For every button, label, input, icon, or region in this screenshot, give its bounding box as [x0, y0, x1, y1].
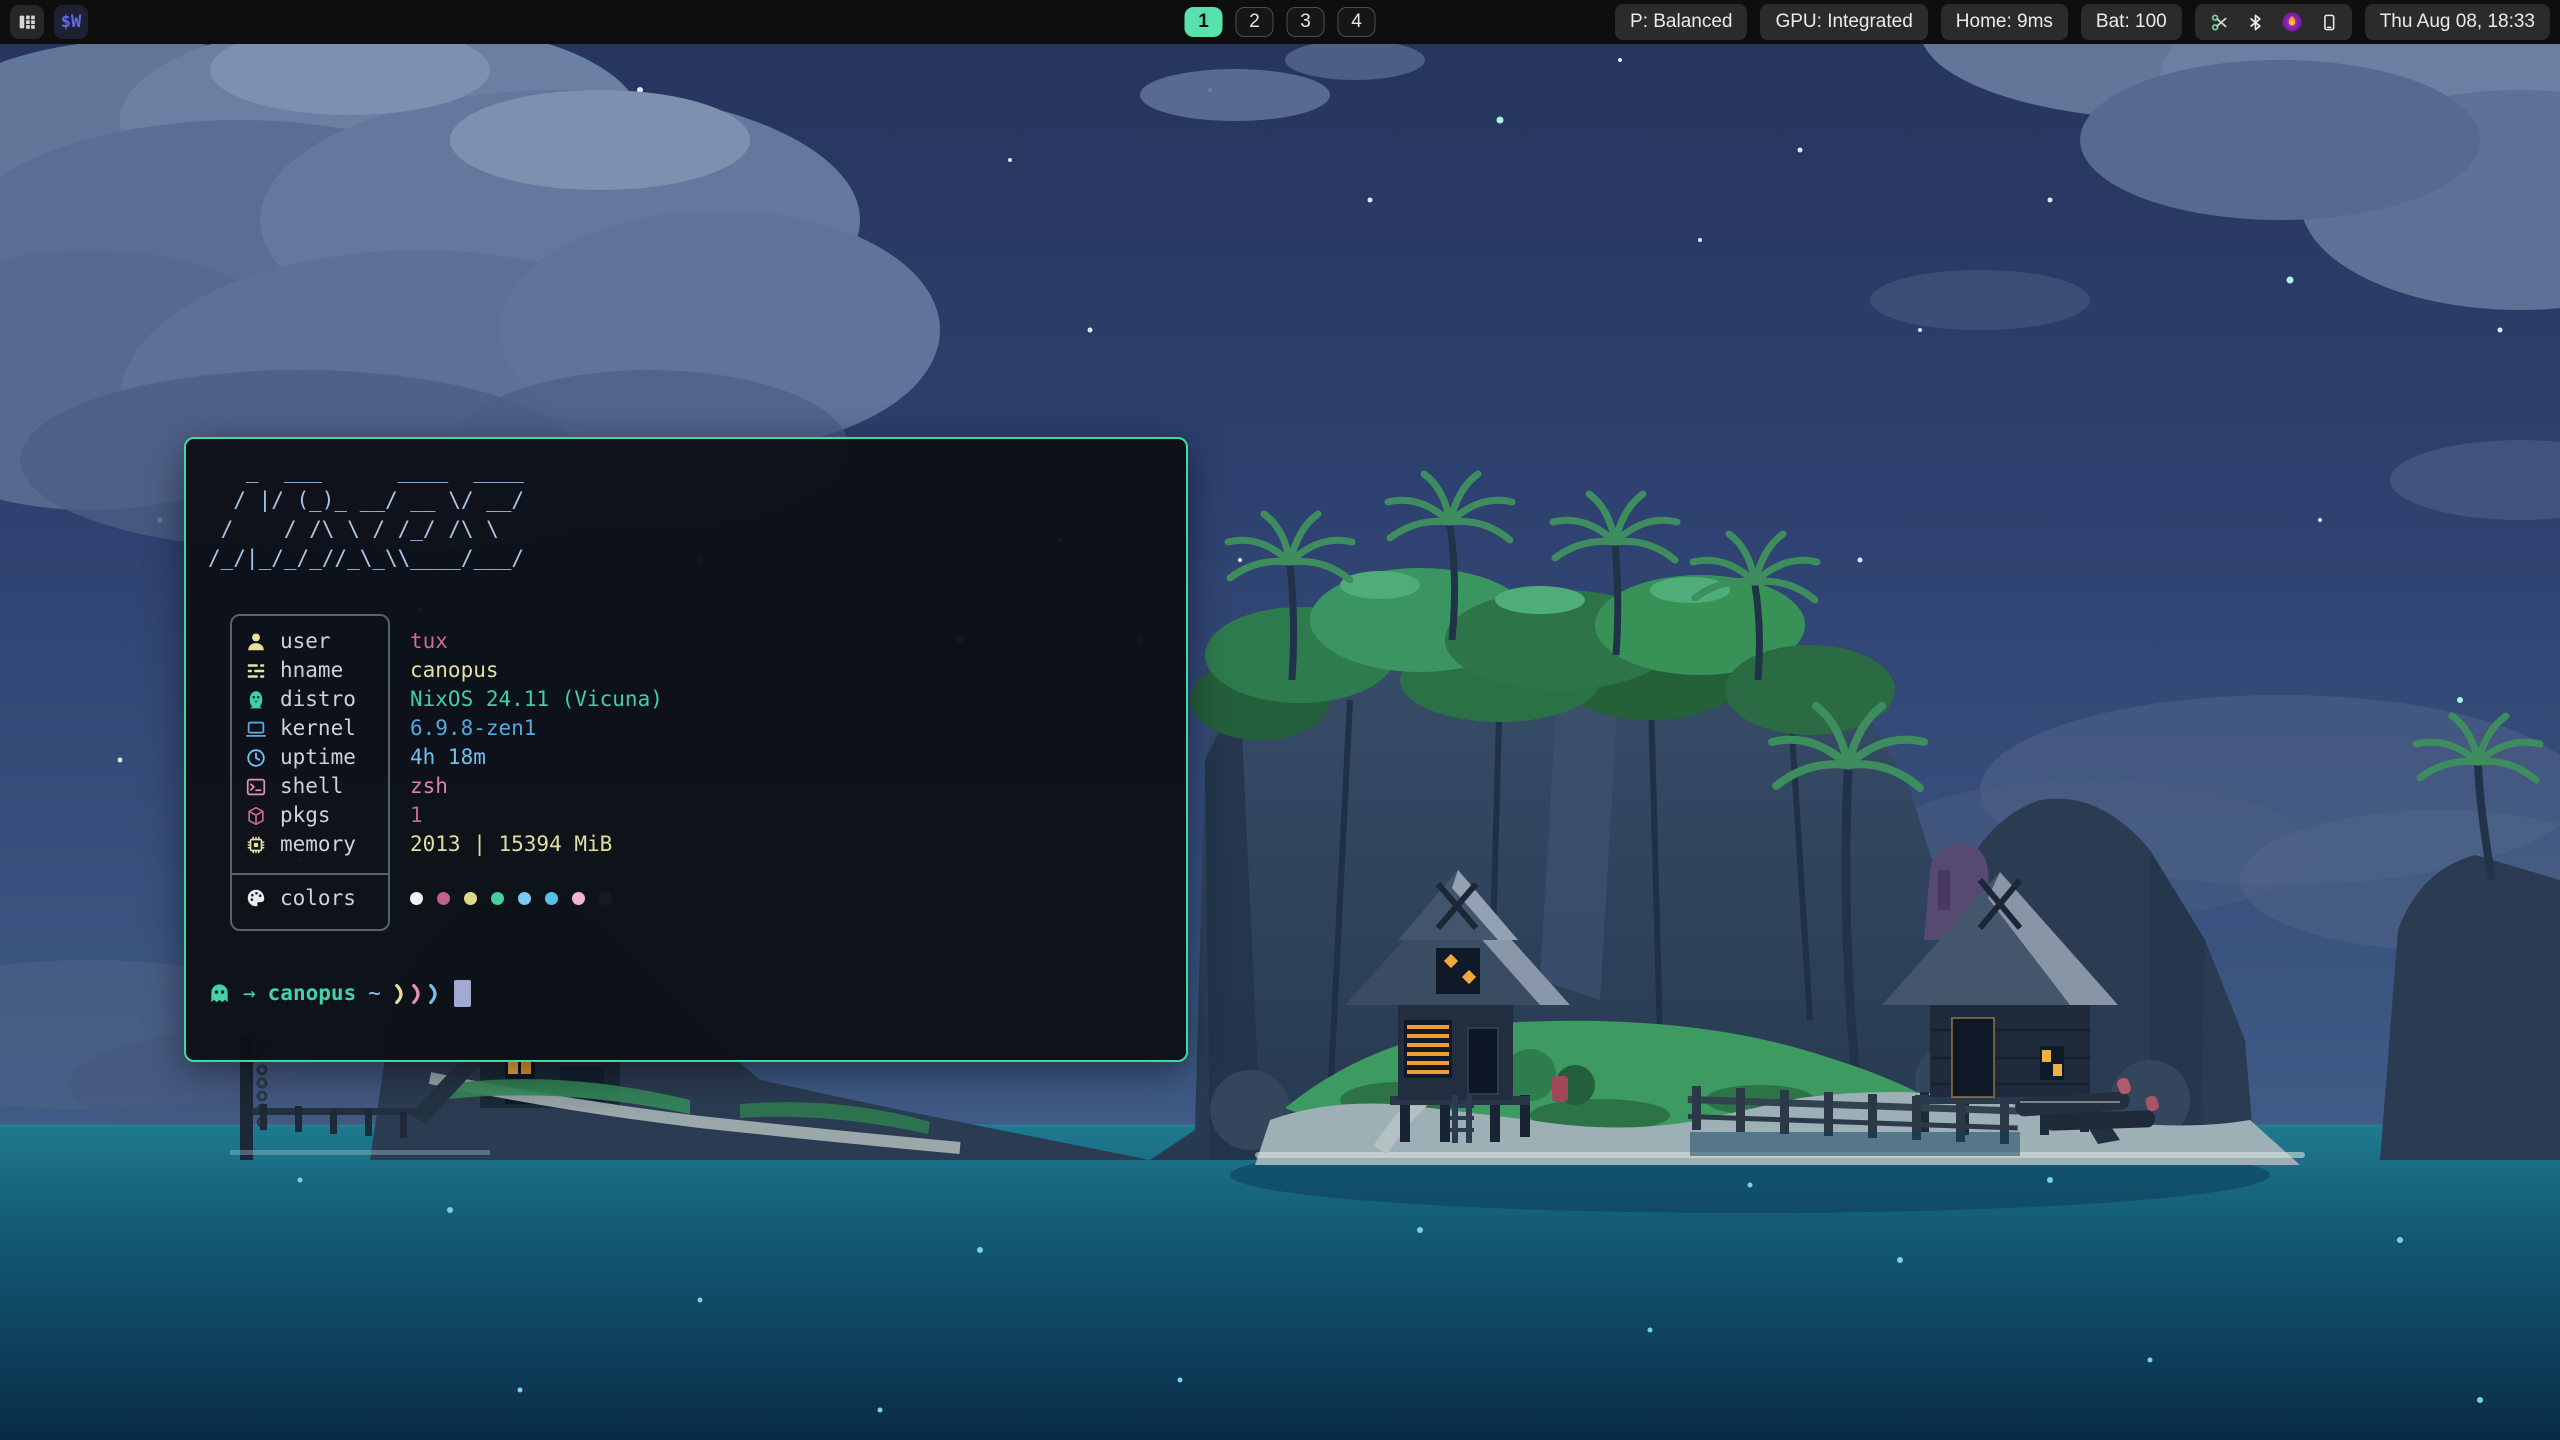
fetch-label: pkgs [280, 801, 331, 830]
fetch-row-pkgs: pkgs [232, 801, 388, 830]
memory-icon [245, 834, 267, 856]
workspace-button-4[interactable]: 4 [1338, 7, 1376, 37]
terminal-window[interactable]: _ ___ ____ ____ / |/ (_)_ __/ __ \/ __/ … [184, 437, 1188, 1062]
palette-icon [245, 887, 267, 909]
fetch-row-hname: hname [232, 656, 388, 685]
wm-logo-button[interactable]: $W [54, 5, 88, 39]
palette-dot [545, 892, 558, 905]
fetch-value-distro: NixOS 24.11 (Vicuna) [410, 685, 1164, 714]
fetch-row-shell: shell [232, 772, 388, 801]
palette-dot [464, 892, 477, 905]
status-pill-label: Home: 9ms [1956, 11, 2053, 32]
scissors-icon[interactable] [2209, 12, 2230, 33]
palette-dot [572, 892, 585, 905]
app-grid-icon [16, 11, 38, 33]
fetch-value-hname: canopus [410, 656, 1164, 685]
fetch-row-kernel: kernel [232, 714, 388, 743]
prompt-arrow: → [243, 979, 256, 1008]
palette-dots [410, 875, 1164, 921]
status-pill-label: P: Balanced [1630, 11, 1732, 32]
fetch-label: hname [280, 656, 343, 685]
status-pill[interactable]: Bat: 100 [2081, 4, 2182, 40]
terminal-cursor[interactable] [454, 980, 471, 1007]
prompt-chevron-2 [410, 982, 425, 1006]
fetch-row-user: user [232, 627, 388, 656]
prompt-chevron-3 [427, 982, 442, 1006]
fetch-label: user [280, 627, 331, 656]
fetch-row-memory: memory [232, 830, 388, 859]
workspace-button-2[interactable]: 2 [1236, 7, 1274, 37]
prompt-path: ~ [368, 979, 381, 1008]
status-pill[interactable]: P: Balanced [1615, 4, 1747, 40]
status-pill-label: GPU: Integrated [1775, 11, 1912, 32]
status-pill-label: Bat: 100 [2096, 11, 2167, 32]
workspace-switcher: 1 2 3 4 [1185, 7, 1376, 37]
phone-icon[interactable] [2319, 12, 2338, 33]
status-pill[interactable]: Home: 9ms [1941, 4, 2068, 40]
kernel-icon [245, 718, 267, 740]
fetch-value-shell: zsh [410, 772, 1164, 801]
fetch-row-colors: colors [232, 875, 388, 921]
system-tray [2195, 4, 2352, 40]
clock-text: Thu Aug 08, 18:33 [2380, 11, 2535, 32]
fetch-label-box: user hname distro kernel [230, 614, 390, 931]
desktop: $W 1 2 3 4 P: Balanced GPU: Integrated [0, 0, 2560, 1440]
fetch-value-uptime: 4h 18m [410, 743, 1164, 772]
flameshot-icon[interactable] [2281, 11, 2303, 33]
status-pill-group: P: Balanced GPU: Integrated Home: 9ms Ba… [1615, 4, 2182, 40]
workspace-button-3[interactable]: 3 [1287, 7, 1325, 37]
topbar-right: P: Balanced GPU: Integrated Home: 9ms Ba… [1615, 4, 2550, 40]
shell-prompt: → canopus ~ [208, 979, 1164, 1008]
top-bar: $W 1 2 3 4 P: Balanced GPU: Integrated [0, 0, 2560, 44]
fetch-output: user hname distro kernel [208, 614, 1164, 931]
fetch-value-user: tux [410, 627, 1164, 656]
fetch-label: distro [280, 685, 356, 714]
uptime-icon [245, 747, 267, 769]
palette-dot [437, 892, 450, 905]
shell-icon [245, 776, 267, 798]
status-pill[interactable]: GPU: Integrated [1760, 4, 1927, 40]
fetch-label-colors: colors [280, 884, 356, 913]
prompt-host: canopus [268, 979, 357, 1008]
palette-dot [491, 892, 504, 905]
fetch-row-distro: distro [232, 685, 388, 714]
hostname-icon [245, 660, 267, 682]
fetch-label: memory [280, 830, 356, 859]
prompt-chevron-1 [393, 982, 408, 1006]
bluetooth-icon[interactable] [2246, 12, 2265, 33]
distro-ascii-logo: _ ___ ____ ____ / |/ (_)_ __/ __ \/ __/ … [208, 457, 1164, 573]
fetch-label: shell [280, 772, 343, 801]
fetch-value-pkgs: 1 [410, 801, 1164, 830]
clock-pill[interactable]: Thu Aug 08, 18:33 [2365, 4, 2550, 40]
fetch-label: uptime [280, 743, 356, 772]
topbar-left: $W [10, 5, 88, 39]
user-icon [245, 631, 267, 653]
palette-dot [599, 892, 612, 905]
palette-dot [518, 892, 531, 905]
app-launcher-button[interactable] [10, 5, 44, 39]
wm-logo-text: $W [61, 12, 81, 32]
distro-icon [245, 689, 267, 711]
fetch-label: kernel [280, 714, 356, 743]
ghost-icon [208, 981, 231, 1006]
palette-dot [410, 892, 423, 905]
fetch-row-uptime: uptime [232, 743, 388, 772]
workspace-button-1[interactable]: 1 [1185, 7, 1223, 37]
fetch-values: tux canopus NixOS 24.11 (Vicuna) 6.9.8-z… [410, 614, 1164, 921]
packages-icon [245, 805, 267, 827]
fetch-value-kernel: 6.9.8-zen1 [410, 714, 1164, 743]
fetch-value-memory: 2013 | 15394 MiB [410, 830, 1164, 859]
